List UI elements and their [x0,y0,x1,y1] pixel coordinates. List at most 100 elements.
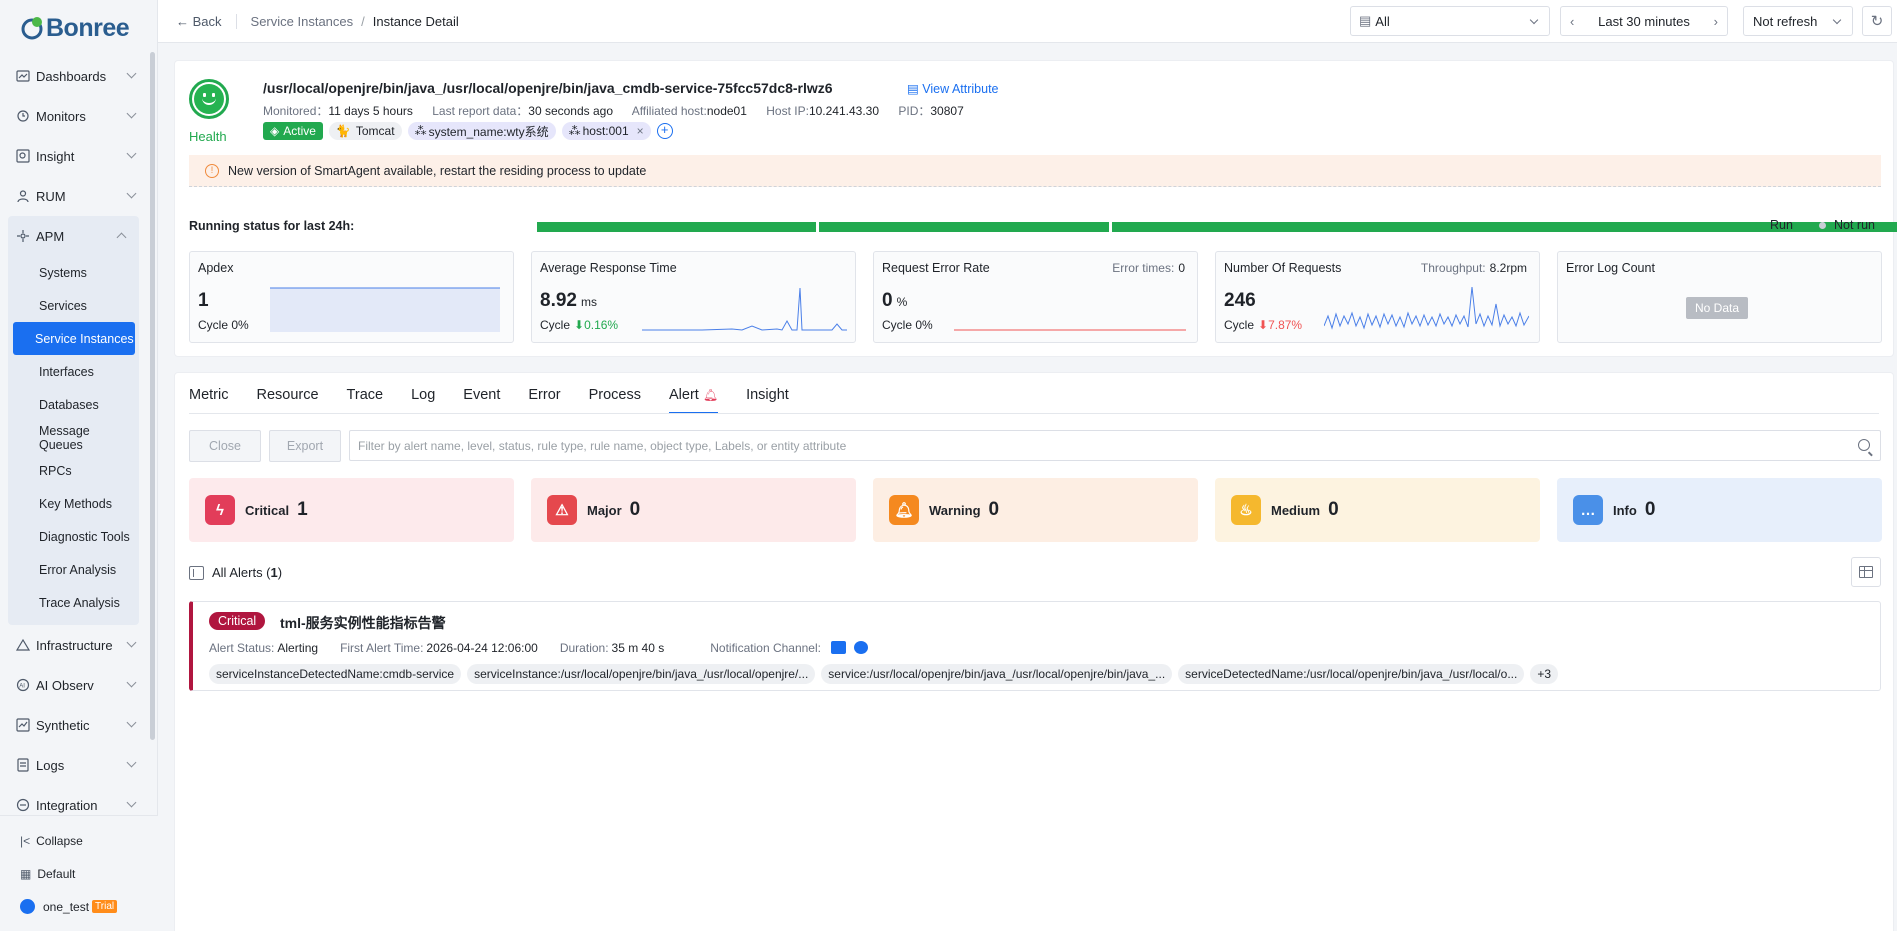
request-error-rate-card[interactable]: Request Error Rate Error times: 0 0% Cycl… [873,251,1198,343]
label-tag[interactable]: ⁂ system_name:wty系统 [407,122,556,140]
export-button[interactable]: Export [269,430,341,462]
sidebar-subitem-error-analysis[interactable]: Error Analysis [12,553,135,586]
logs-icon [17,758,29,772]
chevron-left-icon[interactable]: ‹ [1570,14,1574,29]
search-icon[interactable] [1858,439,1870,451]
add-tag-button[interactable]: + [656,123,673,139]
alert-label-pill[interactable]: service:/usr/local/openjre/bin/java_/usr… [821,664,1173,684]
more-labels-pill[interactable]: +3 [1530,664,1559,684]
svg-text:AI: AI [19,684,25,690]
sidebar-item-monitors[interactable]: Monitors [0,96,149,136]
breadcrumb-parent[interactable]: Service Instances [235,13,353,29]
sidebar-subitem-interfaces[interactable]: Interfaces [12,355,135,388]
insight-icon [16,149,30,163]
sidebar-scrollbar[interactable] [150,52,155,740]
active-label: Active [283,124,316,138]
sidebar-subitem-message-queues[interactable]: Message Queues [12,421,135,454]
close-alert-button[interactable]: Close [189,430,261,462]
running-segment[interactable] [819,222,1109,232]
tab-error[interactable]: Error [528,387,560,414]
severity-critical-card[interactable]: ϟ Critical 1 [189,478,514,542]
severity-major-card[interactable]: ⚠ Major 0 [531,478,856,542]
sidebar-item-label: Logs [36,757,65,773]
alert-label-pill[interactable]: serviceDetectedName:/usr/local/openjre/b… [1178,664,1525,684]
tab-resource[interactable]: Resource [256,387,318,414]
arrow-down-icon: ⬇ [574,318,585,332]
label-tag[interactable]: ⁂ host:001 × [561,122,651,140]
tab-alert[interactable]: Alert 🔔︎ [669,387,719,414]
sidebar-item-insight[interactable]: Insight [0,136,149,176]
sidebar-item-integration[interactable]: Integration [0,785,149,816]
sidebar-toggle-icon[interactable] [189,565,204,580]
arrow-down-icon: ⬇ [1258,318,1269,332]
chevron-right-icon[interactable]: › [1714,14,1718,29]
health-status-icon [189,79,229,119]
tab-process[interactable]: Process [589,387,641,414]
monitored-label: Monitored： [263,104,329,118]
collapse-button[interactable]: |< Collapse [0,824,158,857]
workspace-switcher[interactable]: ▦ Default [0,857,158,890]
tab-metric[interactable]: Metric [189,387,228,414]
tab-event[interactable]: Event [463,387,500,414]
rer-value: 0 [882,290,893,311]
tab-log[interactable]: Log [411,387,435,414]
severity-name: Warning [929,502,981,518]
back-button[interactable]: ← Back [176,14,222,29]
table-view-button[interactable] [1851,557,1881,587]
sidebar-item-apm[interactable]: APM [8,216,139,256]
sidebar-item-synthetic[interactable]: Synthetic [0,705,149,745]
alert-filter-input[interactable]: Filter by alert name, level, status, rul… [349,430,1881,461]
alert-name[interactable]: tml-服务实例性能指标告警 [280,613,446,633]
apdex-value: 1 [198,290,209,311]
close-icon[interactable]: × [637,124,644,138]
severity-medium-card[interactable]: ♨ Medium 0 [1215,478,1540,542]
tab-trace[interactable]: Trace [347,387,384,414]
alert-status-label: Alert Status: [209,641,275,655]
infrastructure-icon [16,638,30,651]
alert-meta: Alert Status: Alerting First Alert Time: 2… [209,641,868,655]
collapse-icon: |< [20,833,31,848]
back-label: Back [192,13,222,29]
chevron-down-icon [126,68,137,79]
alert-label-pill[interactable]: serviceInstance:/usr/local/openjre/bin/j… [467,664,816,684]
time-range-picker[interactable]: ‹ Last 30 minutes › [1560,6,1728,36]
sidebar-subitem-rpcs[interactable]: RPCs [12,454,135,487]
tab-insight[interactable]: Insight [746,387,789,414]
alert-label-pill[interactable]: serviceInstanceDetectedName:cmdb-service [209,664,462,684]
sidebar-subitem-systems[interactable]: Systems [12,256,135,289]
nor-delta-value: 7.87% [1268,318,1303,332]
sidebar-item-infrastructure[interactable]: Infrastructure [0,625,149,665]
art-unit: ms [580,295,597,309]
refresh-select[interactable]: Not refresh [1743,6,1853,36]
instance-overview-card: Health /usr/local/openjre/bin/java_/usr/… [174,60,1897,357]
sidebar-item-label: Insight [36,148,75,164]
severity-warning-card[interactable]: 🔔︎ Warning 0 [873,478,1198,542]
chevron-down-icon [126,797,137,808]
logo[interactable]: Bonree [0,0,157,56]
avg-response-time-card[interactable]: Average Response Time 8.92 ms Cycle ⬇0.16% [531,251,856,343]
sidebar-subitem-services[interactable]: Services [12,289,135,322]
sidebar-item-logs[interactable]: Logs [0,745,149,785]
tomcat-tag: 🐈 Tomcat [328,122,402,140]
severity-info-card[interactable]: … Info 0 [1557,478,1882,542]
table-icon [1859,566,1873,578]
apdex-card[interactable]: Apdex 1 Cycle 0% [189,251,514,343]
sidebar-subitem-databases[interactable]: Databases [12,388,135,421]
view-attribute-link[interactable]: ▤ View Attribute [907,81,999,96]
user-menu[interactable]: one_test Trial [0,890,158,923]
sidebar-subitem-service-instances[interactable]: Service Instances [13,322,135,355]
sidebar-item-rum[interactable]: RUM [0,176,149,216]
scope-select[interactable]: ▤ All [1350,6,1550,36]
alert-item[interactable]: Critical tml-服务实例性能指标告警 Alert Status: Ale… [189,601,1881,691]
all-alerts-header[interactable]: All Alerts (1) [189,565,282,580]
nor-title: Number Of Requests [1224,261,1342,275]
sidebar-item-dashboards[interactable]: Dashboards [0,56,149,96]
number-of-requests-card[interactable]: Number Of Requests Throughput: 8.2rpm 246… [1215,251,1540,343]
refresh-button[interactable]: ↻ [1862,6,1892,36]
sidebar-subitem-key-methods[interactable]: Key Methods [12,487,135,520]
sidebar-subitem-diagnostic-tools[interactable]: Diagnostic Tools [12,520,135,553]
running-segment[interactable] [537,222,816,232]
sidebar-subitem-trace-analysis[interactable]: Trace Analysis [12,586,135,619]
sidebar-item-ai-observ[interactable]: AI AI Observ [0,665,149,705]
error-log-count-card[interactable]: Error Log Count No Data [1557,251,1882,343]
